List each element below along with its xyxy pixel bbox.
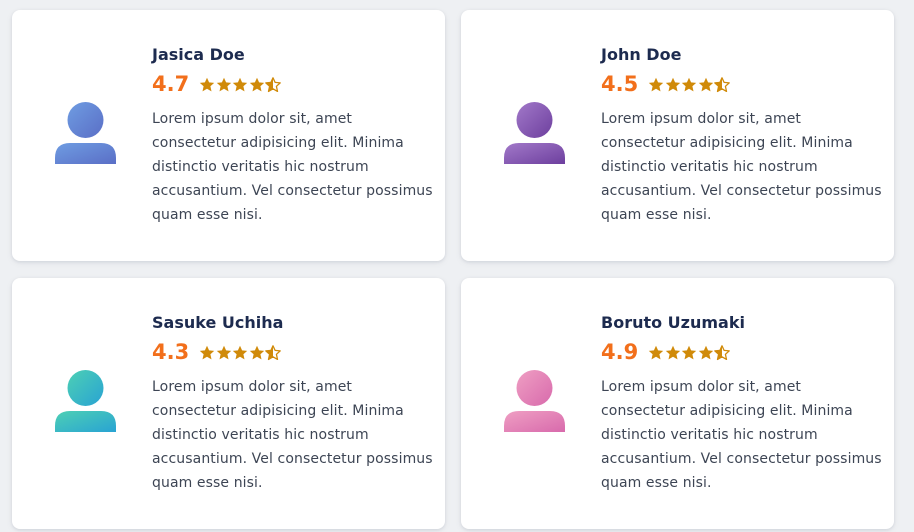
review-content: Jasica Doe 4.7 Lorem ipsum dolor sit, am… — [152, 45, 437, 227]
rating-value: 4.3 — [152, 340, 190, 364]
star-rating — [648, 77, 731, 93]
star-full-icon — [199, 345, 215, 361]
star-half-icon — [265, 345, 282, 361]
star-half-icon — [714, 345, 731, 361]
star-full-icon — [232, 77, 248, 93]
review-card: John Doe 4.5 Lorem ipsum dolor sit, amet… — [461, 10, 894, 261]
review-content: Boruto Uzumaki 4.9 Lorem ipsum dolor sit… — [601, 313, 886, 495]
star-full-icon — [249, 77, 265, 93]
review-card: Boruto Uzumaki 4.9 Lorem ipsum dolor sit… — [461, 278, 894, 529]
star-full-icon — [648, 77, 664, 93]
rating-row: 4.5 — [601, 71, 886, 97]
rating-value: 4.5 — [601, 72, 639, 96]
review-card: Sasuke Uchiha 4.3 Lorem ipsum dolor sit,… — [12, 278, 445, 529]
rating-value: 4.9 — [601, 340, 639, 364]
reviewer-name: John Doe — [601, 45, 682, 64]
user-avatar-icon — [504, 102, 565, 164]
star-full-icon — [698, 77, 714, 93]
star-full-icon — [681, 77, 697, 93]
user-avatar-icon — [504, 370, 565, 432]
star-rating — [199, 345, 282, 361]
review-content: Sasuke Uchiha 4.3 Lorem ipsum dolor sit,… — [152, 313, 437, 495]
reviewer-name: Jasica Doe — [152, 45, 245, 64]
review-text: Lorem ipsum dolor sit, amet consectetur … — [152, 379, 433, 491]
review-text: Lorem ipsum dolor sit, amet consectetur … — [601, 111, 882, 223]
star-full-icon — [232, 345, 248, 361]
user-avatar-icon — [55, 102, 116, 164]
star-full-icon — [216, 77, 232, 93]
review-card: Jasica Doe 4.7 Lorem ipsum dolor sit, am… — [12, 10, 445, 261]
star-full-icon — [648, 345, 664, 361]
star-full-icon — [216, 345, 232, 361]
rating-row: 4.7 — [152, 71, 437, 97]
star-full-icon — [681, 345, 697, 361]
review-text: Lorem ipsum dolor sit, amet consectetur … — [152, 111, 433, 223]
rating-row: 4.9 — [601, 339, 886, 365]
rating-value: 4.7 — [152, 72, 190, 96]
user-avatar-icon — [55, 370, 116, 432]
rating-row: 4.3 — [152, 339, 437, 365]
star-rating — [648, 345, 731, 361]
reviewer-name: Boruto Uzumaki — [601, 313, 745, 332]
star-full-icon — [665, 77, 681, 93]
star-half-icon — [265, 77, 282, 93]
star-full-icon — [199, 77, 215, 93]
star-full-icon — [249, 345, 265, 361]
reviewer-name: Sasuke Uchiha — [152, 313, 284, 332]
star-half-icon — [714, 77, 731, 93]
star-full-icon — [665, 345, 681, 361]
star-rating — [199, 77, 282, 93]
star-full-icon — [698, 345, 714, 361]
review-content: John Doe 4.5 Lorem ipsum dolor sit, amet… — [601, 45, 886, 227]
review-text: Lorem ipsum dolor sit, amet consectetur … — [601, 379, 882, 491]
